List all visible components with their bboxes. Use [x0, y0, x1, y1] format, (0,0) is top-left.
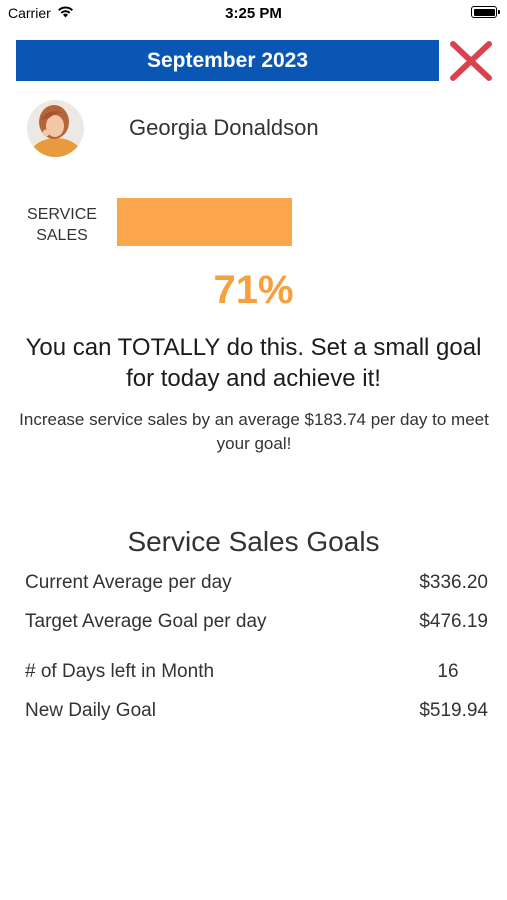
- goal-row-days-left: # of Days left in Month 16: [25, 661, 488, 683]
- progress-percent: 71%: [213, 268, 294, 312]
- battery-icon: [471, 6, 500, 18]
- goal-value: $476.19: [419, 611, 488, 632]
- avatar: [27, 100, 84, 157]
- metric-label-line2: SALES: [36, 227, 88, 244]
- close-icon: [450, 41, 492, 81]
- progress-bar-fill: [117, 198, 292, 246]
- goal-row-target-average: Target Average Goal per day $476.19: [25, 611, 488, 633]
- goal-label: Current Average per day: [25, 572, 232, 593]
- goal-value: $519.94: [419, 700, 488, 721]
- progress-bar: [117, 198, 363, 246]
- status-time: 3:25 PM: [225, 5, 282, 22]
- user-name: Georgia Donaldson: [129, 115, 319, 140]
- month-header: September 2023: [16, 40, 439, 81]
- goal-row-new-daily-goal: New Daily Goal $519.94: [25, 700, 488, 722]
- close-button[interactable]: [448, 39, 494, 83]
- goal-label: # of Days left in Month: [25, 661, 215, 682]
- goal-label: Target Average Goal per day: [25, 611, 267, 632]
- month-title: September 2023: [146, 48, 309, 72]
- goals-title: Service Sales Goals: [127, 526, 380, 557]
- goal-tip: Increase service sales by an average $18…: [19, 410, 489, 453]
- goal-label: New Daily Goal: [25, 700, 156, 721]
- goal-row-current-average: Current Average per day $336.20: [25, 572, 488, 594]
- metric-label-line1: SERVICE: [27, 206, 97, 223]
- metric-label: SERVICE SALES: [20, 204, 104, 246]
- goal-value: $336.20: [419, 572, 488, 593]
- motivation-message: You can TOTALLY do this. Set a small goa…: [25, 334, 482, 392]
- goal-value: 16: [437, 661, 459, 682]
